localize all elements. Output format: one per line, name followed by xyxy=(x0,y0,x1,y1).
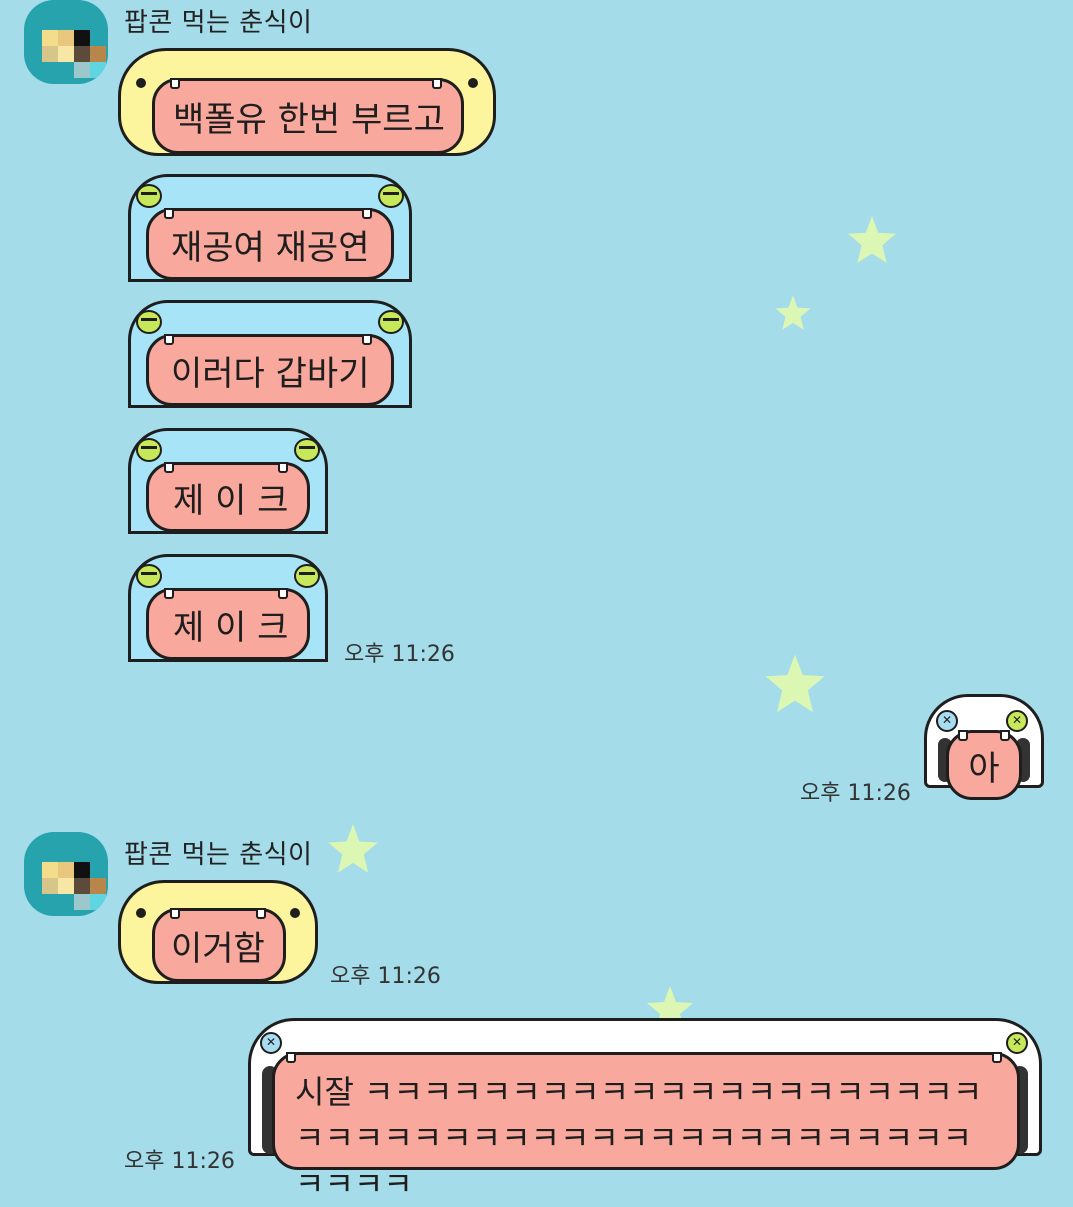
avatar[interactable] xyxy=(24,0,108,84)
star-decoration xyxy=(848,216,896,263)
message-bubble[interactable]: 백폴유 한번 부르고 xyxy=(118,48,496,156)
message-bubble[interactable]: ✕ ✕ 시잘 ㅋㅋㅋㅋㅋㅋㅋㅋㅋㅋㅋㅋㅋㅋㅋㅋㅋㅋㅋㅋㅋㅋㅋㅋㅋㅋㅋㅋㅋㅋㅋㅋㅋ… xyxy=(248,1018,1042,1203)
message-text: 시잘 ㅋㅋㅋㅋㅋㅋㅋㅋㅋㅋㅋㅋㅋㅋㅋㅋㅋㅋㅋㅋㅋㅋㅋㅋㅋㅋㅋㅋㅋㅋㅋㅋㅋㅋㅋㅋㅋ… xyxy=(272,1052,1020,1203)
star-decoration xyxy=(765,654,825,713)
message-timestamp: 오후 11:26 xyxy=(124,1149,235,1174)
message-bubble[interactable]: ✕ ✕ 아 xyxy=(924,694,1044,802)
message-bubble[interactable]: 제 이 크 xyxy=(128,554,328,662)
message-bubble[interactable]: 이거함 xyxy=(118,880,318,984)
sender-name: 팝콘 먹는 춘식이 xyxy=(124,840,313,870)
sender-name: 팝콘 먹는 춘식이 xyxy=(124,8,313,38)
message-text: 재공여 재공연 xyxy=(146,208,394,280)
message-bubble[interactable]: 이러다 갑바기 xyxy=(128,300,412,408)
star-decoration xyxy=(775,295,811,330)
message-timestamp: 오후 11:26 xyxy=(344,642,455,667)
message-text: 아 xyxy=(946,730,1022,800)
message-text: 백폴유 한번 부르고 xyxy=(152,78,464,154)
avatar[interactable] xyxy=(24,832,108,916)
star-decoration xyxy=(328,824,378,873)
message-text: 이러다 갑바기 xyxy=(146,334,394,406)
message-text: 이거함 xyxy=(152,908,286,982)
message-bubble[interactable]: 재공여 재공연 xyxy=(128,174,412,282)
message-timestamp: 오후 11:26 xyxy=(800,781,911,806)
message-timestamp: 오후 11:26 xyxy=(330,964,441,989)
message-bubble[interactable]: 제 이 크 xyxy=(128,428,328,534)
